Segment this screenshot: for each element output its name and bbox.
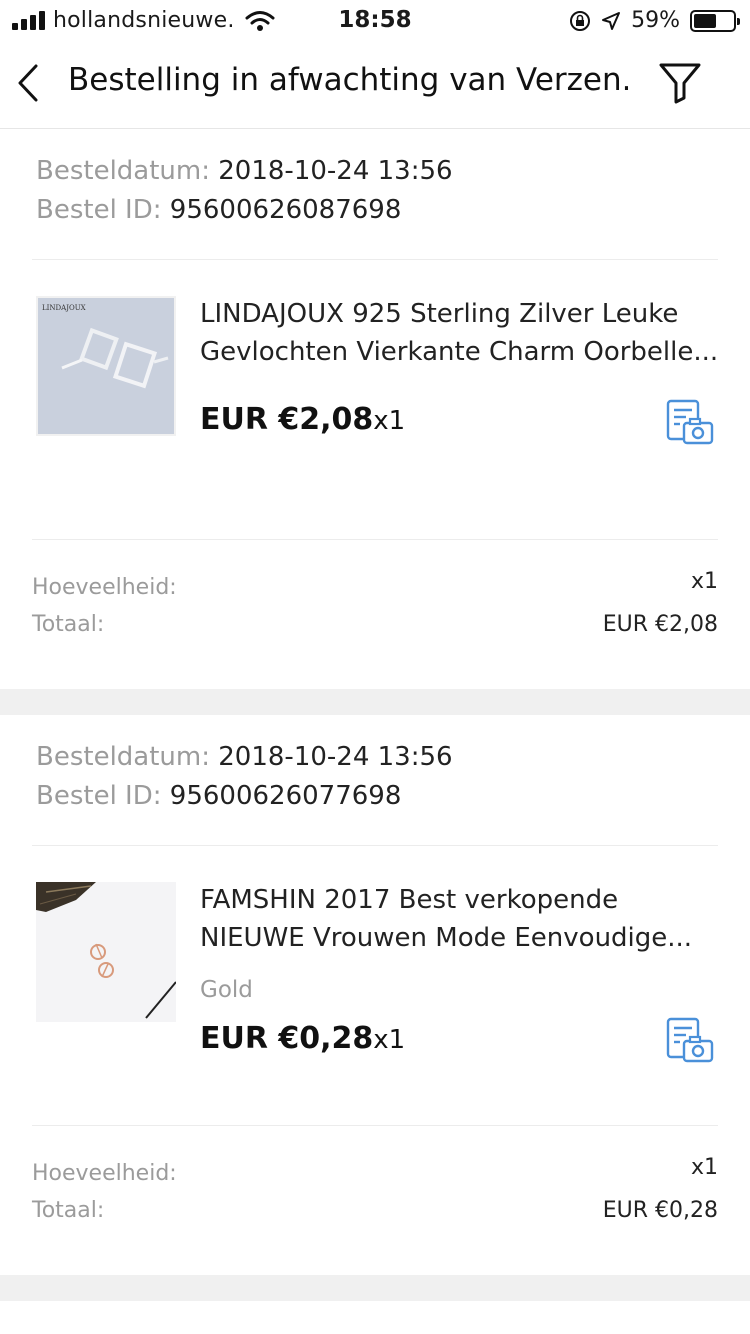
total-label: Totaal: — [32, 612, 105, 637]
price-value: EUR €2,08 — [200, 402, 374, 437]
order-date-label: Besteldatum: — [36, 156, 210, 186]
price-quantity: x1 — [373, 406, 406, 436]
battery-icon — [690, 9, 740, 32]
battery-percent: 59% — [631, 8, 680, 33]
orientation-lock-icon — [570, 10, 591, 31]
total-value: EUR €2,08 — [602, 612, 718, 637]
quantity-label: Hoeveelheid: — [32, 575, 177, 600]
order-id-value: 95600626087698 — [169, 195, 402, 225]
order-id-label: Bestel ID: — [36, 781, 162, 811]
product-price: EUR €2,08x1 — [200, 402, 405, 437]
total-label: Totaal: — [32, 1198, 105, 1223]
product-title[interactable]: FAMSHIN 2017 Best verkopende NIEUWE Vrou… — [200, 881, 720, 957]
navigation-bar: Bestelling in afwachting van Verzen... — [0, 40, 750, 129]
page-title: Bestelling in afwachting van Verzen... — [68, 62, 628, 98]
product-title-line: NIEUWE Vrouwen Mode Eenvoudige... — [200, 923, 693, 953]
order-id-value: 95600626077698 — [169, 781, 402, 811]
order-card[interactable]: Besteldatum: 2018-10-24 13:56 Bestel ID:… — [0, 715, 750, 1275]
section-gap — [0, 689, 750, 715]
divider — [32, 1125, 718, 1126]
location-arrow-icon — [602, 11, 621, 30]
product-image[interactable] — [36, 882, 176, 1022]
quantity-label: Hoeveelheid: — [32, 1161, 177, 1186]
order-id-row: Bestel ID: 95600626077698 — [36, 781, 401, 811]
price-value: EUR €0,28 — [200, 1021, 374, 1056]
order-card-partial[interactable] — [0, 1301, 750, 1334]
product-variant: Gold — [200, 977, 253, 1003]
order-id-label: Bestel ID: — [36, 195, 162, 225]
order-date-label: Besteldatum: — [36, 742, 210, 772]
order-date-value: 2018-10-24 13:56 — [218, 156, 453, 186]
chevron-left-icon[interactable] — [14, 58, 44, 108]
price-quantity: x1 — [373, 1025, 406, 1055]
quantity-value: x1 — [690, 1155, 718, 1180]
divider — [32, 539, 718, 540]
divider — [32, 259, 718, 260]
order-id-row: Bestel ID: 95600626087698 — [36, 195, 401, 225]
product-title-line: Gevlochten Vierkante Charm Oorbelle... — [200, 337, 719, 367]
status-bar: hollandsnieuwe. 18:58 59% — [0, 0, 750, 40]
product-title[interactable]: LINDAJOUX 925 Sterling Zilver Leuke Gevl… — [200, 295, 720, 371]
filter-icon[interactable] — [658, 60, 702, 106]
order-date-value: 2018-10-24 13:56 — [218, 742, 453, 772]
divider — [32, 845, 718, 846]
product-title-line: FAMSHIN 2017 Best verkopende — [200, 885, 619, 915]
product-title-line: LINDAJOUX 925 Sterling Zilver Leuke — [200, 299, 679, 329]
photo-review-icon[interactable] — [666, 399, 714, 445]
quantity-value: x1 — [690, 569, 718, 594]
product-price: EUR €0,28x1 — [200, 1021, 405, 1056]
order-card[interactable]: Besteldatum: 2018-10-24 13:56 Bestel ID:… — [0, 129, 750, 689]
photo-review-icon[interactable] — [666, 1017, 714, 1063]
product-brand-mark: LINDAJOUX — [42, 304, 86, 312]
section-gap — [0, 1275, 750, 1301]
order-date-row: Besteldatum: 2018-10-24 13:56 — [36, 156, 453, 186]
product-image[interactable]: LINDAJOUX — [36, 296, 176, 436]
order-date-row: Besteldatum: 2018-10-24 13:56 — [36, 742, 453, 772]
total-value: EUR €0,28 — [602, 1198, 718, 1223]
